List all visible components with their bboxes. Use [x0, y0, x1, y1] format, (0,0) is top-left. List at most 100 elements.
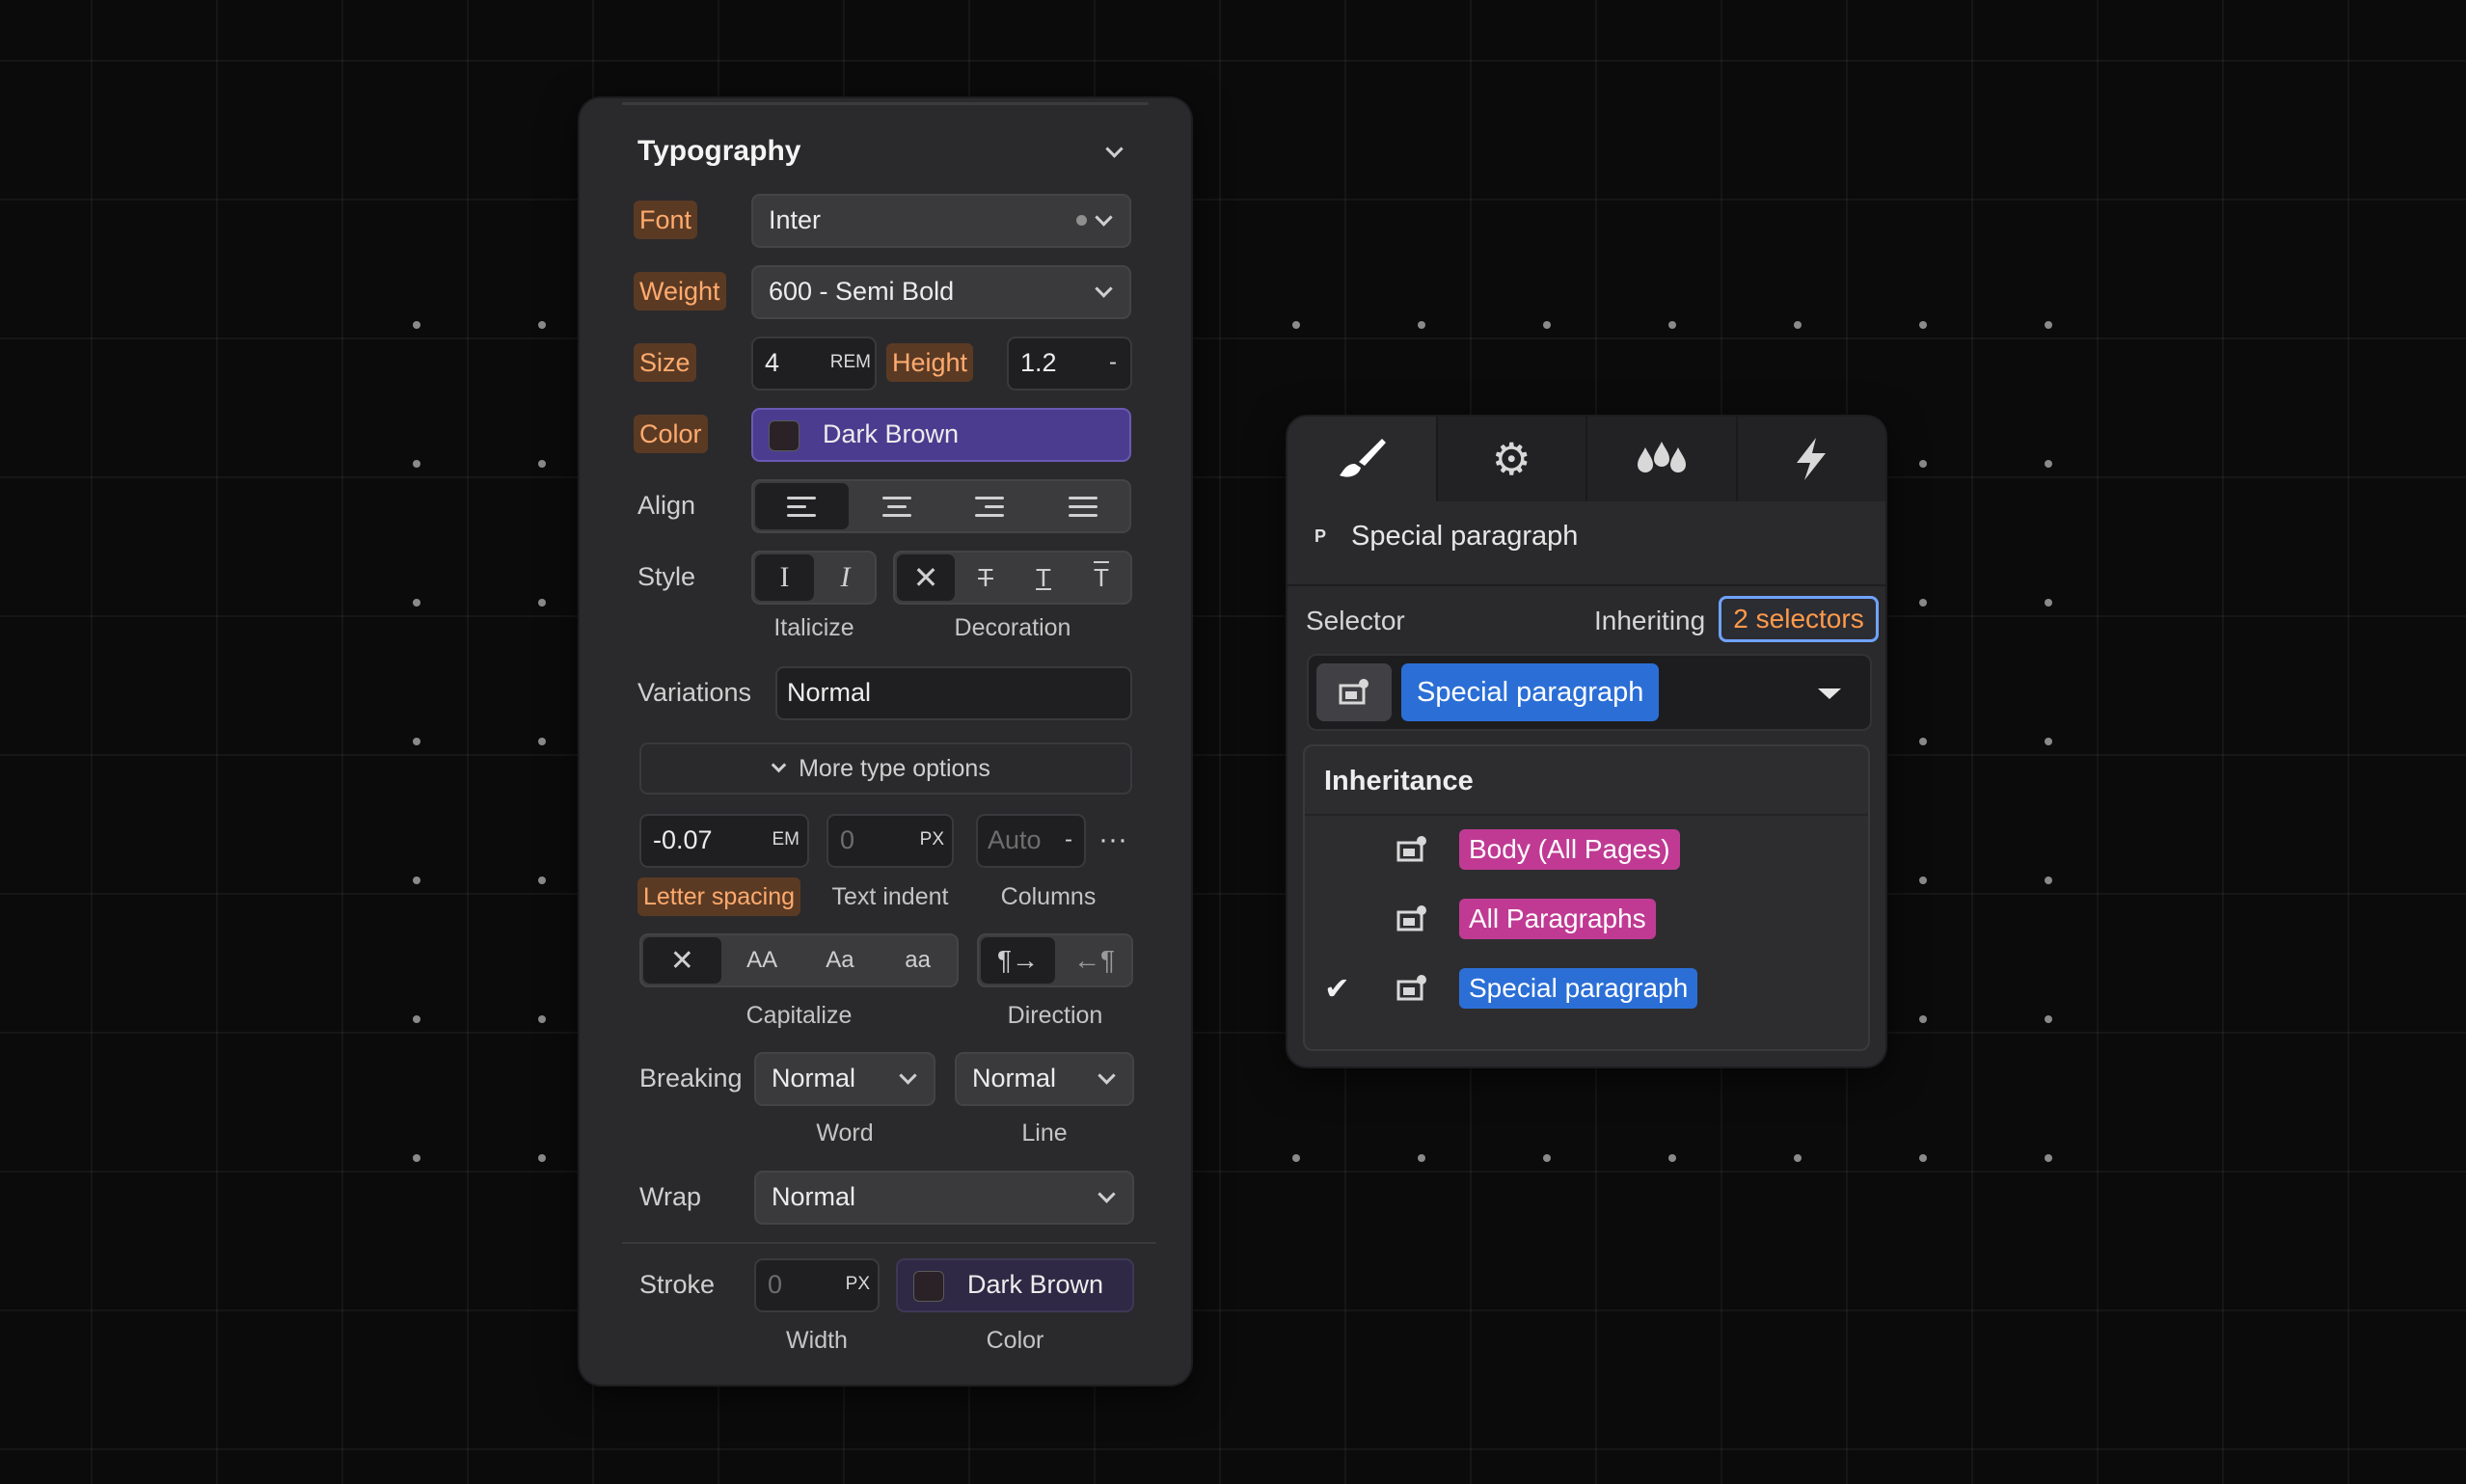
align-left-button[interactable] [755, 483, 849, 529]
size-unit[interactable]: REM [830, 338, 871, 387]
stroke-width-caption: Width [786, 1327, 848, 1354]
lowercase-button[interactable]: aa [879, 935, 957, 985]
underline-button[interactable]: T [1015, 553, 1072, 603]
wrap-label: Wrap [639, 1182, 702, 1211]
stroke-color-value: Dark Brown [967, 1270, 1104, 1299]
direction-label: Direction [1007, 1002, 1103, 1029]
tab-settings[interactable]: ⚙ [1435, 417, 1586, 501]
chevron-down-icon [1098, 1185, 1116, 1203]
inheritance-item-paragraphs[interactable]: All Paragraphs [1305, 885, 1868, 955]
selector-type-button[interactable] [1316, 663, 1392, 721]
text-indent-unit[interactable]: PX [920, 816, 944, 864]
brush-icon [1339, 439, 1386, 477]
size-label: Size [634, 343, 696, 382]
selector-field[interactable]: Special paragraph [1307, 654, 1872, 731]
font-value: Inter [769, 205, 822, 234]
typography-panel: Typography Font Inter Weight 600 - Semi … [580, 98, 1191, 1385]
align-center-button[interactable] [851, 481, 944, 531]
uppercase-label: AA [746, 947, 778, 973]
line-height-unit[interactable]: - [1109, 338, 1117, 387]
capitalize-label: Capitalize [745, 1002, 853, 1029]
wrap-select[interactable]: Normal [754, 1171, 1134, 1225]
inheritance-item-special[interactable]: ✔ Special paragraph [1305, 955, 1868, 1024]
style-label: Style [637, 562, 696, 591]
chevron-down-icon [899, 1066, 917, 1085]
dropdown-caret-icon[interactable] [1818, 688, 1841, 699]
current-selector-tag[interactable]: Special paragraph [1401, 663, 1660, 721]
line-height-value: 1.2 [1020, 348, 1057, 377]
lightning-icon [1797, 438, 1827, 480]
align-right-button[interactable] [943, 481, 1037, 531]
color-value: Dark Brown [823, 419, 960, 448]
breaking-label: Breaking [639, 1064, 743, 1093]
letter-spacing-unit[interactable]: EM [772, 816, 800, 864]
more-type-options-button[interactable]: More type options [639, 742, 1132, 795]
lowercase-label: aa [905, 947, 931, 973]
align-justify-button[interactable] [1037, 481, 1130, 531]
variations-label: Variations [637, 678, 752, 707]
tab-interactions[interactable] [1585, 417, 1736, 501]
capitalize-label: Aa [826, 947, 854, 973]
align-label: Align [637, 491, 696, 520]
tab-style[interactable] [1287, 417, 1436, 501]
overline-icon: T [1094, 562, 1109, 592]
collapse-chevron-icon[interactable] [1105, 140, 1124, 158]
inheriting-count-button[interactable]: 2 selectors [1719, 596, 1879, 642]
capitalize-segmented-control: ✕ AA Aa aa [639, 933, 959, 987]
font-select[interactable]: Inter [751, 194, 1131, 248]
stroke-color-picker[interactable]: Dark Brown [896, 1258, 1134, 1312]
selector-label: Selector [1306, 606, 1405, 635]
decoration-segmented-control: ✕ T T T [893, 551, 1132, 605]
direction-ltr-button[interactable]: ¶→ [981, 937, 1055, 984]
italicize-segmented-control: I I [751, 551, 877, 605]
columns-label: Columns [1000, 883, 1097, 910]
current-selector-label: Special paragraph [1417, 677, 1644, 708]
color-picker[interactable]: Dark Brown [751, 408, 1131, 462]
line-caption: Line [1021, 1120, 1068, 1147]
more-type-options-label: More type options [799, 755, 990, 782]
color-swatch [769, 420, 799, 451]
line-height-input[interactable]: 1.2 - [1007, 337, 1132, 391]
letter-spacing-input[interactable]: -0.07 EM [639, 814, 809, 868]
variations-input[interactable]: Normal [775, 666, 1132, 720]
none-x-icon: ✕ [669, 944, 694, 977]
text-indent-input[interactable]: 0 PX [827, 814, 954, 868]
strikethrough-button[interactable]: T [957, 553, 1015, 603]
decoration-none-button[interactable]: ✕ [897, 554, 955, 601]
tab-lightning[interactable] [1735, 417, 1886, 501]
letter-spacing-label: Letter spacing [637, 877, 801, 916]
direction-rtl-button[interactable]: ←¶ [1057, 935, 1131, 985]
gear-icon: ⚙ [1491, 434, 1531, 484]
stroke-width-input[interactable]: 0 PX [754, 1258, 880, 1312]
capitalize-button[interactable]: Aa [801, 935, 880, 985]
inheriting-count: 2 selectors [1733, 604, 1864, 634]
weight-label: Weight [634, 272, 726, 310]
align-center-icon [881, 496, 911, 517]
upright-button[interactable]: I [755, 554, 814, 601]
uppercase-button[interactable]: AA [723, 935, 801, 985]
word-caption: Word [816, 1120, 874, 1147]
element-row: P Special paragraph [1287, 501, 1885, 586]
columns-unit[interactable]: - [1065, 816, 1072, 864]
word-break-select[interactable]: Normal [754, 1052, 935, 1106]
more-options-ellipsis-icon[interactable]: ··· [1098, 816, 1127, 864]
inheritance-dropdown: Inheritance Body (All Pages) All Paragra… [1303, 744, 1870, 1051]
selector-icon [1396, 905, 1426, 931]
inheritance-item-body[interactable]: Body (All Pages) [1305, 816, 1868, 885]
overline-button[interactable]: T [1072, 553, 1130, 603]
line-break-select[interactable]: Normal [955, 1052, 1134, 1106]
variations-value: Normal [787, 678, 872, 707]
italic-button[interactable]: I [816, 553, 875, 603]
chevron-down-icon [1098, 1066, 1116, 1085]
columns-input[interactable]: Auto - [976, 814, 1086, 868]
weight-select[interactable]: 600 - Semi Bold [751, 265, 1131, 319]
columns-value: Auto [988, 825, 1042, 854]
size-input[interactable]: 4 REM [751, 337, 877, 391]
inheriting-label: Inheriting [1594, 606, 1706, 635]
stroke-width-unit[interactable]: PX [846, 1260, 870, 1309]
weight-value: 600 - Semi Bold [769, 277, 955, 306]
section-divider [622, 1242, 1156, 1244]
align-justify-icon [1068, 496, 1098, 517]
stroke-width-value: 0 [768, 1270, 783, 1299]
capitalize-none-button[interactable]: ✕ [643, 937, 721, 984]
